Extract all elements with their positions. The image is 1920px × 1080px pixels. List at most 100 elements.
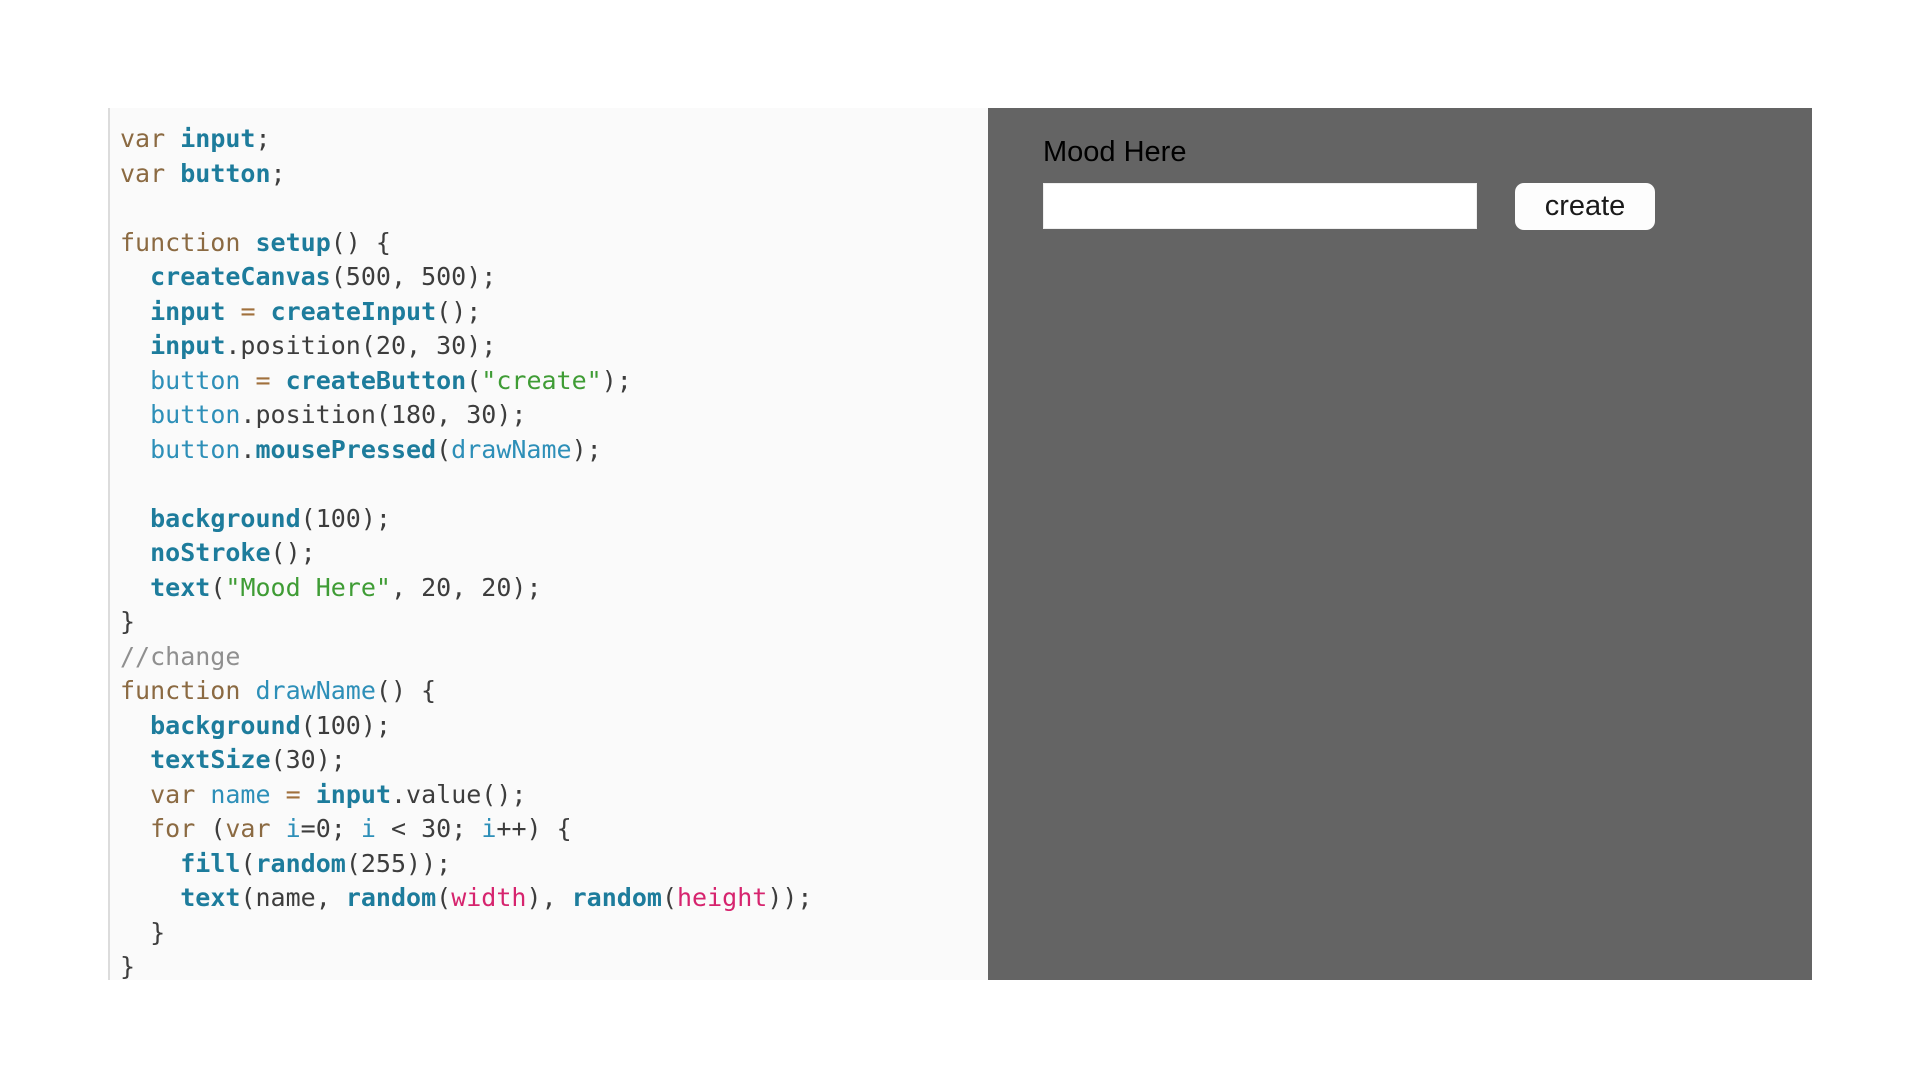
code-token-punc: ( bbox=[210, 572, 226, 602]
code-token-punc bbox=[301, 780, 316, 809]
code-token-punc: ; bbox=[451, 814, 482, 843]
code-line: ​ bbox=[120, 191, 988, 226]
code-token-punc: ); bbox=[511, 572, 542, 602]
code-token-punc: ++) { bbox=[496, 814, 572, 843]
code-token-fn-b: text bbox=[150, 572, 211, 602]
code-token-punc bbox=[256, 297, 271, 326]
code-token-punc: ); bbox=[315, 745, 346, 774]
code-line: textSize(30); bbox=[120, 743, 988, 778]
code-token-fn: drawName bbox=[451, 434, 572, 464]
code-token-punc: ); bbox=[601, 365, 632, 395]
code-token-num: name bbox=[255, 883, 316, 912]
code-token-op: = bbox=[255, 365, 271, 395]
code-line: text(name, random(width), random(height)… bbox=[120, 881, 988, 916]
code-token-punc bbox=[225, 297, 240, 326]
code-token-punc bbox=[120, 573, 150, 602]
code-token-fn-b: background bbox=[150, 503, 301, 533]
code-token-punc: ( bbox=[300, 710, 316, 740]
code-token-punc: ( bbox=[270, 745, 286, 774]
code-source[interactable]: var input;var button;​function setup() {… bbox=[120, 122, 988, 980]
code-token-punc: = bbox=[300, 814, 316, 843]
code-token-punc: ; bbox=[330, 814, 361, 843]
code-token-kw: var bbox=[150, 779, 196, 809]
code-token-var: button bbox=[150, 365, 241, 395]
code-token-punc: , bbox=[436, 400, 467, 429]
code-token-num: 180 bbox=[390, 400, 437, 429]
code-token-punc: ( bbox=[436, 434, 452, 464]
code-token-punc bbox=[271, 780, 286, 809]
code-token-kw: var bbox=[120, 158, 166, 188]
code-token-punc bbox=[120, 745, 150, 774]
code-token-punc bbox=[120, 366, 150, 395]
code-token-num: 0 bbox=[315, 814, 331, 843]
code-token-kw: function bbox=[120, 676, 241, 705]
code-token-punc: ); bbox=[360, 710, 391, 740]
code-token-punc bbox=[240, 366, 255, 395]
code-token-op: = bbox=[240, 296, 256, 326]
code-line: input = createInput(); bbox=[120, 295, 988, 330]
code-token-punc bbox=[240, 228, 255, 257]
code-line: createCanvas(500, 500); bbox=[120, 260, 988, 295]
code-token-punc: ), bbox=[526, 883, 572, 912]
code-token-punc bbox=[271, 366, 286, 395]
code-token-var-b: input bbox=[150, 331, 226, 360]
code-token-punc: ( bbox=[330, 262, 346, 291]
create-button[interactable]: create bbox=[1515, 183, 1655, 230]
code-token-punc: ( bbox=[436, 883, 452, 912]
code-editor-panel[interactable]: var input;var button;​function setup() {… bbox=[108, 108, 988, 980]
code-line: function drawName() { bbox=[120, 674, 988, 709]
code-token-kw: var bbox=[120, 124, 166, 153]
code-token-var: button bbox=[150, 434, 241, 464]
code-token-punc: ); bbox=[466, 331, 497, 360]
code-token-punc: ( bbox=[300, 503, 316, 533]
code-token-punc: ); bbox=[571, 434, 602, 464]
code-token-punc: , bbox=[390, 572, 422, 602]
code-token-fn-b: random bbox=[255, 848, 346, 878]
code-token-punc bbox=[271, 814, 286, 843]
code-token-punc: ( bbox=[240, 883, 256, 912]
code-token-fn-b: createInput bbox=[270, 296, 437, 326]
sketch-canvas-preview: Mood Here create bbox=[988, 108, 1812, 980]
code-token-num: 500 bbox=[421, 262, 467, 291]
code-line: } bbox=[120, 950, 988, 980]
code-token-num: 500 bbox=[345, 262, 391, 291]
code-token-punc: < bbox=[375, 814, 422, 843]
canvas-mood-label: Mood Here bbox=[1043, 136, 1187, 168]
code-line: for (var i=0; i < 30; i++) { bbox=[120, 812, 988, 847]
code-line: function setup() { bbox=[120, 226, 988, 261]
code-token-punc: . bbox=[240, 434, 256, 464]
code-line: var input; bbox=[120, 122, 988, 157]
mood-text-input[interactable] bbox=[1043, 183, 1477, 229]
code-token-punc: .value(); bbox=[391, 779, 527, 809]
code-line: //change bbox=[120, 640, 988, 675]
code-token-num: 100 bbox=[315, 710, 361, 740]
code-token-fn-b: textSize bbox=[150, 745, 271, 774]
code-token-punc: () { bbox=[375, 676, 437, 705]
code-token-punc bbox=[120, 711, 150, 740]
code-token-punc: ( bbox=[345, 848, 361, 878]
code-token-punc bbox=[165, 124, 180, 153]
code-token-punc bbox=[120, 538, 150, 567]
code-token-punc: ); bbox=[466, 262, 497, 291]
code-token-num: 30 bbox=[421, 814, 452, 843]
code-token-punc bbox=[120, 814, 150, 843]
code-token-var-b: input bbox=[315, 779, 391, 809]
code-token-fn-b: setup bbox=[255, 227, 331, 257]
code-token-punc bbox=[120, 883, 180, 912]
code-token-punc: ); bbox=[496, 400, 527, 429]
code-token-num: 20 bbox=[421, 572, 452, 602]
code-token-num: 30 bbox=[466, 400, 497, 429]
code-token-punc: , bbox=[406, 331, 437, 360]
code-token-kw: function bbox=[120, 227, 241, 257]
code-token-punc: ( bbox=[466, 365, 482, 395]
code-token-punc: ; bbox=[270, 158, 286, 188]
app-root: var input;var button;​function setup() {… bbox=[0, 0, 1920, 1080]
code-token-fn-b: createButton bbox=[285, 365, 467, 395]
code-token-num: 30 bbox=[285, 745, 316, 774]
code-token-punc: )); bbox=[767, 883, 813, 912]
code-line: noStroke(); bbox=[120, 536, 988, 571]
code-token-punc: ; bbox=[255, 124, 271, 153]
code-token-punc: } bbox=[120, 952, 136, 980]
code-token-punc: } bbox=[120, 917, 166, 947]
code-token-punc bbox=[120, 400, 150, 429]
